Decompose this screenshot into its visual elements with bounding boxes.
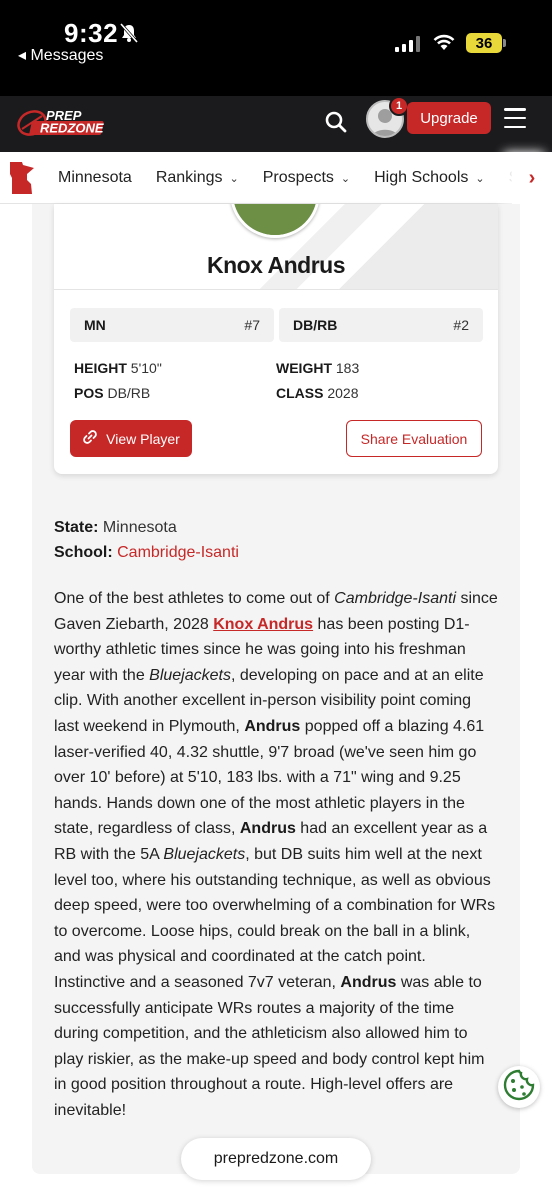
- weight-stat: WEIGHT 183: [276, 360, 359, 376]
- state-rank-value: #7: [244, 317, 260, 333]
- state-rank-box: MN #7: [70, 308, 274, 342]
- school-link[interactable]: Cambridge-Isanti: [117, 544, 239, 561]
- player-name: Knox Andrus: [206, 252, 346, 278]
- chevron-right-icon: ›: [528, 166, 536, 189]
- logo-text-redzone: REDZONE: [40, 121, 104, 136]
- browser-url-bar[interactable]: prepredzone.com: [181, 1138, 371, 1180]
- pos-label: POS: [74, 385, 104, 401]
- share-evaluation-button[interactable]: Share Evaluation: [346, 420, 482, 457]
- nav-rankings[interactable]: Rankings ⌄: [156, 169, 239, 187]
- link-icon: [82, 429, 98, 448]
- evaluation-text: One of the best athletes to come out of …: [54, 586, 500, 1123]
- weight-label: WEIGHT: [276, 360, 332, 376]
- cookie-icon: [502, 1068, 536, 1107]
- nav-label: Rankings: [155, 169, 223, 186]
- silent-bell-icon: [118, 22, 140, 50]
- team-name-italic: Bluejackets: [149, 666, 231, 684]
- state-line: State: Minnesota: [54, 519, 177, 537]
- nav-prospects[interactable]: Prospects ⌄: [263, 169, 350, 187]
- state-subnav: Minnesota Rankings ⌄ Prospects ⌄ High Scho…: [0, 152, 552, 204]
- nav-label: Prospects: [262, 169, 334, 186]
- class-stat: CLASS 2028: [276, 385, 359, 401]
- cookie-settings-button[interactable]: [498, 1066, 540, 1108]
- back-to-messages-link[interactable]: ◂ Messages: [18, 45, 103, 65]
- player-surname-bold: Andrus: [239, 820, 296, 838]
- chevron-down-icon: ⌄: [340, 172, 351, 185]
- state-rank-label: MN: [84, 317, 106, 333]
- nav-high-schools[interactable]: High Schools ⌄: [374, 169, 485, 187]
- hamburger-menu-icon[interactable]: [504, 108, 526, 128]
- school-label: School:: [54, 544, 113, 561]
- player-name-link[interactable]: Knox Andrus: [213, 616, 313, 633]
- position-rank-label: DB/RB: [293, 317, 338, 333]
- player-surname-bold: Andrus: [244, 717, 301, 735]
- class-value: 2028: [327, 385, 359, 401]
- site-header: PREP REDZONE 1 Upgrade: [0, 96, 552, 152]
- nav-scroll-right[interactable]: ›: [512, 152, 552, 204]
- school-line: School: Cambridge-Isanti: [54, 544, 239, 562]
- search-icon[interactable]: [322, 108, 350, 136]
- text-segment: was able to successfully anticipate WRs …: [54, 973, 485, 1119]
- battery-icon: 36: [466, 33, 502, 53]
- player-card: Knox Andrus MN #7 DB/RB #2 HEIGHT 5'10" …: [54, 204, 498, 474]
- weight-value: 183: [335, 360, 360, 376]
- height-label: HEIGHT: [74, 360, 127, 376]
- player-surname-bold: Andrus: [340, 973, 397, 991]
- height-stat: HEIGHT 5'10": [74, 360, 162, 376]
- chevron-down-icon: ⌄: [229, 172, 239, 185]
- position-stat: POS DB/RB: [74, 385, 150, 401]
- view-player-label: View Player: [106, 430, 180, 447]
- state-value: Minnesota: [102, 519, 177, 536]
- text-segment: , but DB suits him well at the next leve…: [54, 845, 496, 991]
- battery-level: 36: [475, 34, 493, 52]
- height-value: 5'10": [130, 360, 162, 376]
- nav-label: Minnesota: [58, 169, 132, 186]
- state-label: State:: [54, 519, 99, 536]
- nav-label: High Schools: [374, 169, 469, 186]
- chevron-down-icon: ⌄: [475, 172, 485, 185]
- class-label: CLASS: [276, 385, 324, 401]
- minnesota-map-icon: [8, 160, 38, 196]
- team-name-italic: Bluejackets: [163, 845, 246, 863]
- cellular-signal-icon: [395, 36, 420, 52]
- school-name-italic: Cambridge-Isanti: [334, 590, 456, 607]
- position-rank-box: DB/RB #2: [279, 308, 483, 342]
- position-rank-value: #2: [453, 317, 469, 333]
- pos-value: DB/RB: [107, 385, 151, 401]
- ios-status-bar: 9:32 ◂ Messages 36: [0, 0, 552, 96]
- nav-minnesota[interactable]: Minnesota: [58, 169, 132, 187]
- battery-tip: [503, 39, 506, 47]
- notification-badge: 1: [389, 96, 409, 116]
- upgrade-button[interactable]: Upgrade: [407, 102, 491, 134]
- text-segment: One of the best athletes to come out of: [54, 590, 335, 607]
- wifi-icon: [432, 32, 456, 52]
- prep-redzone-logo[interactable]: PREP REDZONE: [16, 102, 110, 144]
- view-player-button[interactable]: View Player: [70, 420, 192, 457]
